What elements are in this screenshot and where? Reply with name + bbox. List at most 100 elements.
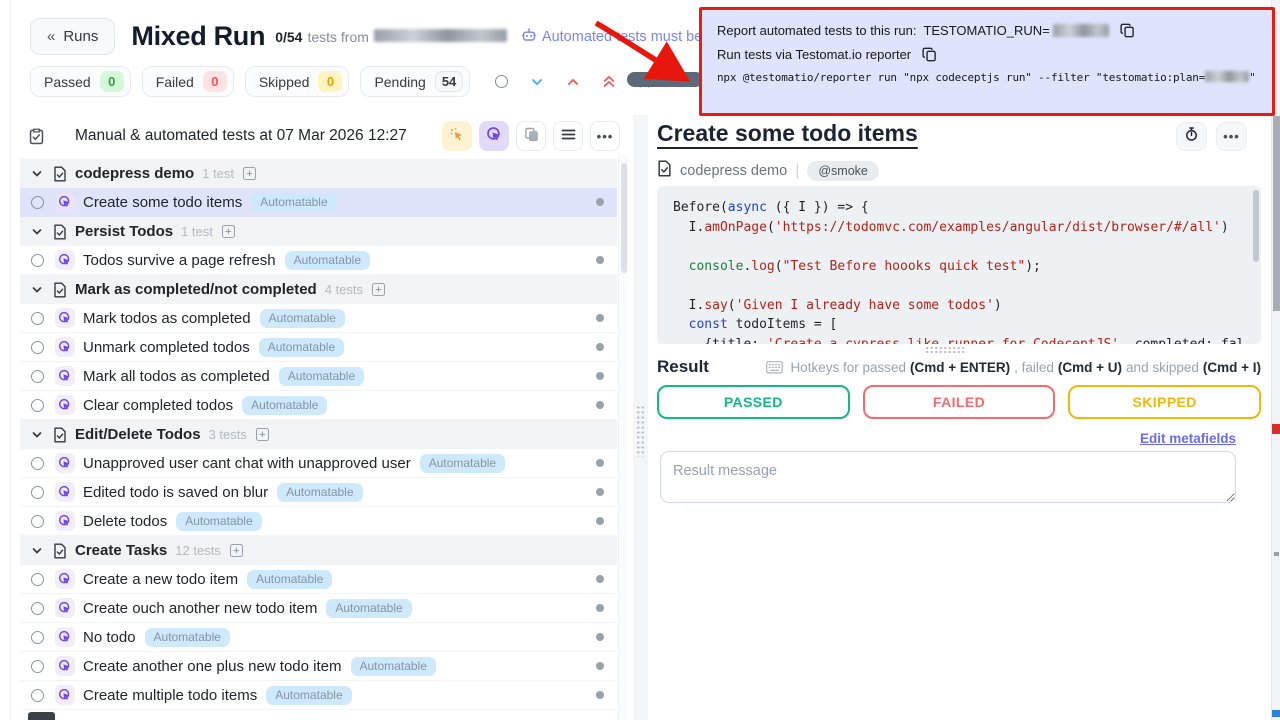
chevron-up-icon[interactable] [566, 75, 580, 89]
test-row[interactable]: Clear completed todosAutomatable [20, 391, 617, 420]
mark-passed-button[interactable]: PASSED [657, 385, 850, 419]
suite-row[interactable]: Create Tasks12 tests+ [20, 536, 617, 565]
copy-icon[interactable] [922, 47, 937, 62]
code-resize-grip[interactable] [925, 346, 967, 353]
test-row[interactable]: Mark todos as completedAutomatable [20, 304, 617, 333]
add-test-icon[interactable]: + [243, 167, 256, 180]
mark-skipped-button[interactable]: SKIPPED [1068, 385, 1261, 419]
test-row[interactable]: Create some todo itemsAutomatable [20, 188, 617, 217]
test-select-radio[interactable] [31, 341, 44, 354]
test-select-radio[interactable] [31, 573, 44, 586]
test-select-radio[interactable] [31, 515, 44, 528]
manual-tests-toggle[interactable] [442, 121, 472, 151]
automatable-badge: Automatable [326, 599, 411, 618]
test-row[interactable]: Unmark completed todosAutomatable [20, 333, 617, 362]
test-row[interactable]: Delete todosAutomatable [20, 507, 617, 536]
test-select-radio[interactable] [31, 399, 44, 412]
test-select-radio[interactable] [31, 486, 44, 499]
test-select-radio[interactable] [31, 370, 44, 383]
test-row[interactable]: Unapproved user cant chat with unapprove… [20, 449, 617, 478]
filter-chip-pending[interactable]: Pending54 [360, 66, 470, 97]
panel-resize-divider[interactable] [633, 115, 648, 720]
left-edge-divider [10, 0, 11, 720]
filter-bar: Passed0 Failed0 Skipped0 Pending54 [30, 66, 651, 97]
status-dot [596, 575, 604, 583]
test-select-radio[interactable] [31, 457, 44, 470]
test-row[interactable]: Mark all todos as completedAutomatable [20, 362, 617, 391]
suite-row[interactable]: Edit/Delete Todos3 tests+ [20, 420, 617, 449]
back-to-runs-button[interactable]: « Runs [30, 18, 115, 55]
result-message-input[interactable] [660, 451, 1236, 503]
status-dot [596, 488, 604, 496]
add-test-icon[interactable]: + [230, 544, 243, 557]
test-row[interactable]: Create ouch another new todo itemAutomat… [20, 594, 617, 623]
chevron-down-icon[interactable] [30, 284, 44, 296]
test-row[interactable]: Create a new todo itemAutomatable [20, 565, 617, 594]
test-detail-title[interactable]: Create some todo items [657, 120, 918, 147]
clipboard-check-icon[interactable] [28, 128, 45, 145]
test-title: Delete todos [83, 513, 167, 530]
test-row[interactable]: No todoAutomatable [20, 623, 617, 652]
filter-chip-skipped[interactable]: Skipped0 [245, 66, 350, 97]
test-row[interactable]: Todos survive a page refreshAutomatable [20, 246, 617, 275]
result-section-header: Result Hotkeys for passed (Cmd + ENTER) … [657, 357, 1261, 377]
file-check-icon [53, 427, 67, 443]
chevron-down-icon[interactable] [530, 75, 544, 89]
meta-separator: | [795, 162, 799, 180]
test-row[interactable]: Create multiple todo itemsAutomatable [20, 681, 617, 710]
automated-tests-toggle[interactable] [479, 121, 509, 151]
list-view-button[interactable] [553, 121, 583, 151]
hotkey-text: and skipped [1126, 360, 1199, 375]
test-list-scrollbar[interactable] [618, 155, 628, 720]
scrollbar-thumb[interactable] [1273, 116, 1280, 311]
test-row[interactable]: Edited todo is saved on blurAutomatable [20, 478, 617, 507]
edit-metafields-link[interactable]: Edit metafields [1140, 431, 1236, 446]
add-test-icon[interactable]: + [372, 283, 385, 296]
filter-count-badge: 54 [435, 71, 463, 92]
test-select-radio[interactable] [31, 254, 44, 267]
code-line: I.amOnPage('https://todomvc.com/examples… [673, 218, 1261, 238]
automated-test-icon [55, 511, 75, 531]
detail-more-button[interactable]: ••• [1216, 122, 1247, 151]
suite-row[interactable]: codepress demo1 test+ [20, 159, 617, 188]
test-title: Todos survive a page refresh [83, 252, 276, 269]
chevron-down-icon[interactable] [30, 545, 44, 557]
reporter-command[interactable]: npx @testomatio/reporter run "npx codece… [717, 71, 1272, 84]
double-chevron-up-icon[interactable] [602, 74, 616, 89]
timer-button[interactable] [1176, 122, 1207, 151]
report-instructions-callout: Report automated tests to this run: TEST… [699, 7, 1275, 116]
mark-failed-button[interactable]: FAILED [863, 385, 1056, 419]
ellipsis-icon: ••• [597, 129, 614, 144]
chevron-down-icon[interactable] [30, 226, 44, 238]
automated-test-icon [55, 366, 75, 386]
test-select-radio[interactable] [31, 312, 44, 325]
chevron-down-icon[interactable] [30, 429, 44, 441]
tag-badge[interactable]: @smoke [807, 161, 879, 181]
add-test-icon[interactable]: + [256, 428, 269, 441]
add-test-icon[interactable]: + [222, 225, 235, 238]
suite-link[interactable]: codepress demo [680, 163, 787, 179]
copy-tests-button[interactable] [516, 121, 546, 151]
filter-chip-failed[interactable]: Failed0 [142, 66, 234, 97]
more-options-button[interactable]: ••• [590, 121, 620, 151]
hotkey-text: , failed [1014, 360, 1054, 375]
suite-title: Mark as completed/not completed [75, 281, 317, 298]
test-select-radio[interactable] [31, 660, 44, 673]
unchecked-circle-icon[interactable] [495, 75, 508, 88]
automatable-badge: Automatable [279, 367, 364, 386]
code-scrollbar-thumb[interactable] [1253, 190, 1259, 262]
redacted-source-name [374, 29, 507, 42]
filter-chip-passed[interactable]: Passed0 [30, 66, 131, 97]
test-select-radio[interactable] [31, 631, 44, 644]
test-select-radio[interactable] [31, 602, 44, 615]
chevron-down-icon[interactable] [30, 168, 44, 180]
cursor-sparkle-icon [449, 127, 465, 146]
suite-row[interactable]: Persist Todos1 test+ [20, 217, 617, 246]
test-row[interactable]: Create another one plus new todo itemAut… [20, 652, 617, 681]
test-select-radio[interactable] [31, 689, 44, 702]
suite-row[interactable]: Mark as completed/not completed4 tests+ [20, 275, 617, 304]
scrollbar-marker [1274, 552, 1279, 556]
test-title: Unmark completed todos [83, 339, 250, 356]
copy-icon[interactable] [1120, 23, 1135, 38]
test-select-radio[interactable] [31, 196, 44, 209]
